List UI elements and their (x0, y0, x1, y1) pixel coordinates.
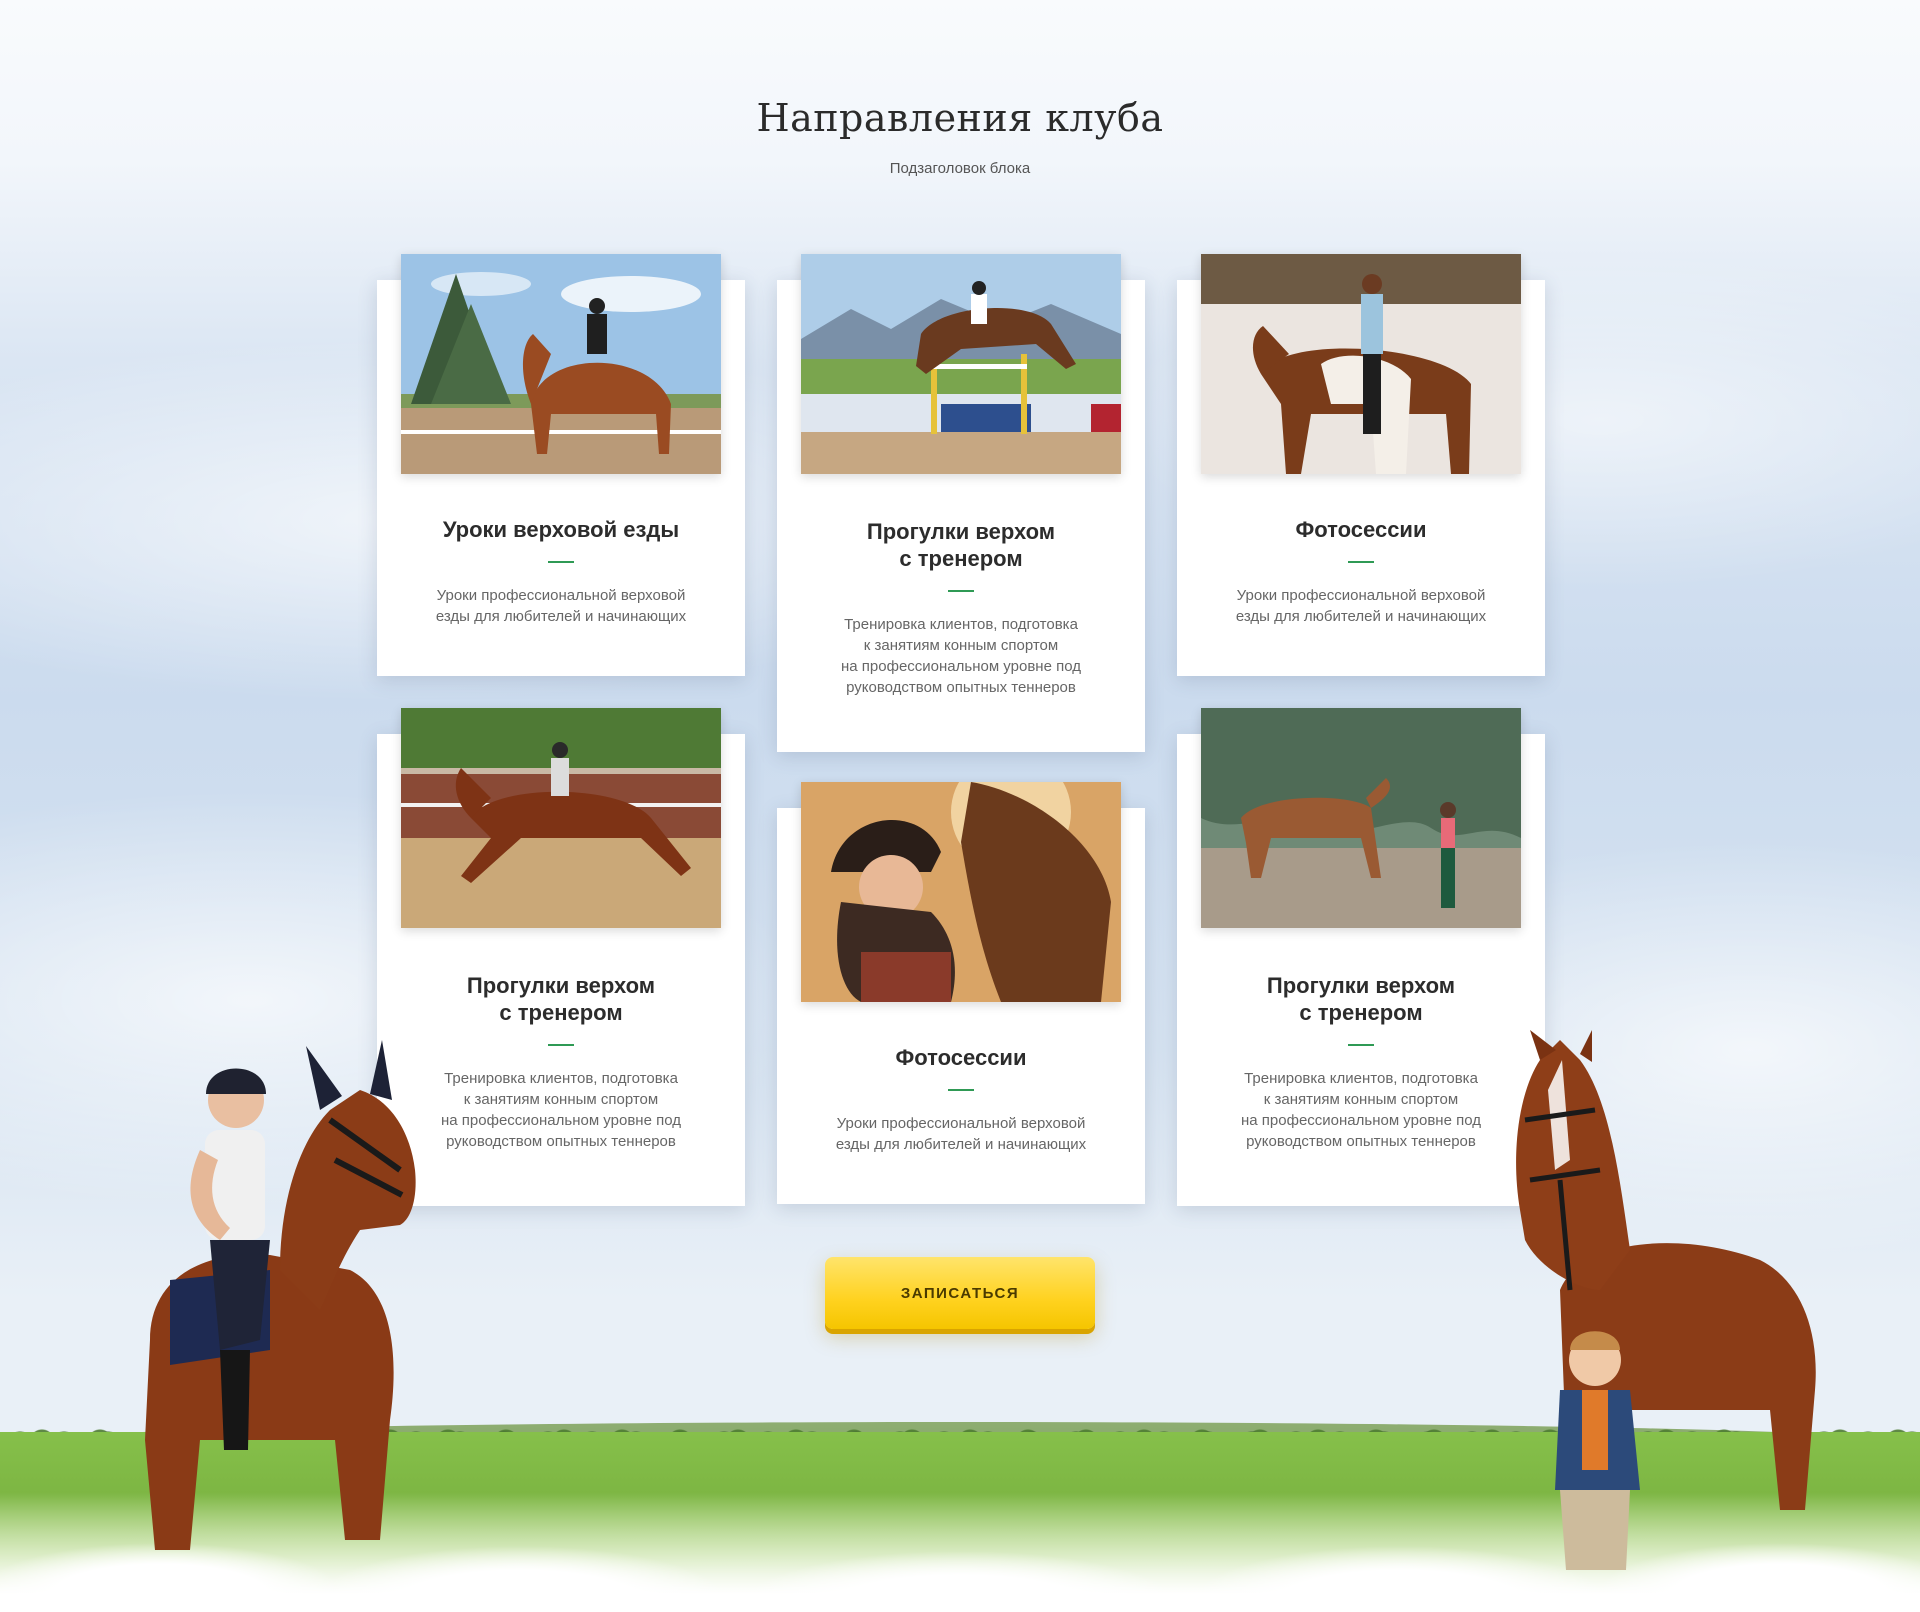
signup-button[interactable]: ЗАПИСАТЬСЯ (825, 1257, 1095, 1329)
card-divider (948, 1089, 974, 1091)
woman-hugging-horse-photo (801, 782, 1121, 1002)
card-coach-rides-2[interactable]: Прогулки верхом с тренером Тренировка кл… (377, 708, 745, 1206)
card-title: Уроки верховой езды (442, 517, 680, 542)
card-description: Уроки профессиональной верховой езды для… (835, 1115, 1087, 1153)
card-photo-sessions-2[interactable]: Фотосессии Уроки профессиональной верхов… (777, 782, 1145, 1204)
card-photo-sessions[interactable]: Фотосессии Уроки профессиональной верхов… (1177, 254, 1545, 676)
card-title: Прогулки верхом с тренером (866, 519, 1056, 571)
card-divider (1348, 1044, 1374, 1046)
card-coach-rides-3[interactable]: Прогулки верхом с тренером Тренировка кл… (1177, 708, 1545, 1206)
card-title: Фотосессии (1295, 517, 1427, 542)
card-title: Фотосессии (895, 1045, 1027, 1070)
woman-leading-horse-photo (1201, 708, 1521, 928)
card-divider (1348, 561, 1374, 563)
section-subtitle: Подзаголовок блока (889, 160, 1031, 177)
card-riding-lessons[interactable]: Уроки верховой езды Уроки профессиональн… (377, 254, 745, 676)
card-description: Тренировка клиентов, подготовка к заняти… (841, 616, 1081, 696)
card-description: Тренировка клиентов, подготовка к заняти… (1241, 1070, 1481, 1150)
show-jumping-photo (801, 254, 1121, 474)
card-coach-rides[interactable]: Прогулки верхом с тренером Тренировка кл… (777, 254, 1145, 752)
dressage-rider-photo (401, 254, 721, 474)
card-description: Тренировка клиентов, подготовка к заняти… (441, 1070, 681, 1150)
card-divider (548, 1044, 574, 1046)
card-description: Уроки профессиональной верховой езды для… (1235, 587, 1487, 625)
section-header: Направления клуба Подзаголовок блока (0, 96, 1920, 177)
woman-on-pinto-horse-photo (1201, 254, 1521, 474)
card-title: Прогулки верхом с тренером (1266, 973, 1456, 1025)
section-title: Направления клуба (756, 96, 1164, 140)
card-divider (548, 561, 574, 563)
arena-trot-photo (401, 708, 721, 928)
card-description: Уроки профессиональной верховой езды для… (435, 587, 687, 625)
boy-with-horse-image-right (1500, 1030, 1830, 1580)
card-divider (948, 590, 974, 592)
rider-with-horse-image-left (130, 1020, 430, 1580)
card-title: Прогулки верхом с тренером (466, 973, 656, 1025)
